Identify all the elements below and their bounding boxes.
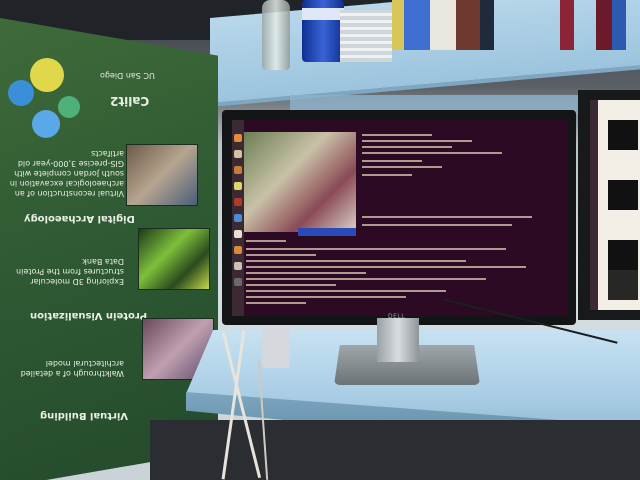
logo-mark	[30, 58, 64, 92]
highlighted-text	[298, 228, 356, 236]
terminal-line	[362, 166, 442, 168]
launcher-icon	[234, 166, 242, 174]
launcher-icon	[234, 198, 242, 206]
terminal-line	[362, 146, 452, 148]
can-label	[302, 8, 344, 20]
terminal-line	[246, 266, 526, 268]
terminal-line	[246, 290, 446, 292]
terminal-line	[246, 260, 466, 262]
launcher-icon	[234, 134, 242, 142]
launcher-icon	[234, 278, 242, 286]
chess-square	[608, 150, 638, 180]
chess-square	[608, 210, 638, 240]
launcher-icon	[234, 214, 242, 222]
book-spine	[596, 0, 612, 50]
terminal-line	[362, 134, 432, 136]
terminal-line	[362, 216, 532, 218]
video-window[interactable]	[244, 132, 356, 232]
poster-body: Exploring 3D molecular structures from t…	[16, 257, 124, 286]
photo-scene: Calit2 UC San Diego Digital Archaeology …	[0, 0, 640, 480]
chess-square	[608, 240, 638, 270]
poster-photo	[138, 228, 210, 290]
launcher-icon	[234, 262, 242, 270]
second-launcher	[590, 100, 598, 310]
terminal-line	[246, 302, 306, 304]
terminal-line	[362, 224, 512, 226]
chess-square	[608, 180, 638, 210]
terminal-line	[246, 284, 336, 286]
poster-photo	[126, 144, 198, 206]
launcher-bar	[232, 120, 244, 316]
terminal-line	[246, 254, 316, 256]
book-spine	[560, 0, 574, 50]
terminal-line	[246, 296, 406, 298]
poster-logo-text: Calit2	[110, 94, 150, 108]
terminal-line	[246, 272, 366, 274]
poster-org-text: UC San Diego	[100, 71, 155, 80]
poster-body: Walkthrough of a detailed architectural …	[20, 359, 124, 378]
launcher-icon	[234, 246, 242, 254]
poster-heading: Virtual Building	[40, 410, 128, 421]
terminal-line	[362, 174, 412, 176]
glass-bottle	[262, 0, 290, 70]
launcher-icon	[234, 182, 242, 190]
terminal-line	[246, 240, 286, 242]
terminal-line	[362, 152, 502, 154]
launcher-icon	[234, 150, 242, 158]
book-spine	[456, 0, 480, 50]
logo-mark	[32, 110, 60, 138]
logo-mark	[58, 96, 80, 118]
terminal-line	[246, 248, 506, 250]
poster-heading: Digital Archaeology	[24, 213, 135, 224]
main-monitor-screen	[232, 120, 568, 316]
chess-square	[608, 120, 638, 150]
poster-body: Virtual reconstruction of an archaeologi…	[9, 149, 124, 198]
vented-box	[340, 10, 392, 62]
research-poster: Calit2 UC San Diego Digital Archaeology …	[0, 18, 218, 480]
book-spine	[480, 0, 494, 50]
terminal-line	[246, 278, 486, 280]
terminal-line	[362, 160, 422, 162]
logo-mark	[8, 80, 34, 106]
terminal-line	[362, 140, 472, 142]
book-spine	[404, 0, 430, 50]
second-monitor-screen	[590, 100, 640, 310]
launcher-icon	[234, 230, 242, 238]
book-spine	[430, 0, 456, 50]
book-spine	[392, 0, 404, 50]
chess-square	[608, 270, 638, 300]
poster-heading: Protein Visualization	[30, 310, 148, 321]
monitor-stand-neck	[377, 318, 419, 362]
book-spine	[612, 0, 626, 50]
power-plug	[262, 328, 290, 368]
